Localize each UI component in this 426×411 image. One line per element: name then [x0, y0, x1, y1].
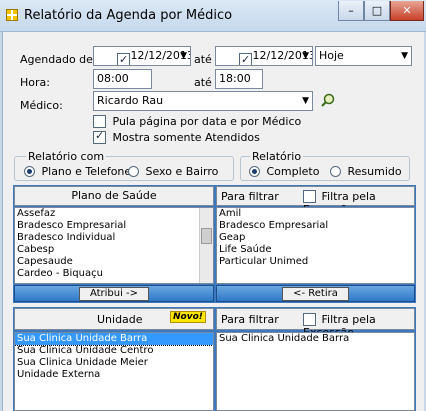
unidade-filter-list[interactable]: Sua Clinica Unidade Barra — [216, 332, 415, 411]
atribui-button[interactable]: Atribui -> — [14, 285, 214, 302]
novo-badge: Novo! — [170, 311, 206, 323]
scrollbar-thumb[interactable] — [201, 228, 212, 244]
list-item[interactable]: Bradesco Empresarial — [15, 220, 213, 232]
list-item[interactable]: Sua Clinica Unidade Meier — [15, 357, 213, 369]
chevron-down-icon: ▼ — [401, 51, 408, 61]
plano-excecao-checkbox[interactable] — [303, 189, 316, 203]
sexo-bairro-option[interactable]: Sexo e Bairro — [128, 164, 218, 178]
plano-telefone-label: Plano e Telefone — [41, 164, 132, 178]
mostra-atendidos-label: Mostra somente Atendidos — [112, 130, 260, 144]
atribui-label: Atribui -> — [78, 287, 150, 301]
hora-from-field[interactable]: 08:00 — [93, 69, 152, 89]
period-select[interactable]: Hoje ▼ — [315, 46, 412, 66]
list-item[interactable]: Amil — [217, 208, 414, 220]
plano-list[interactable]: Assefaz Bradesco Empresarial Bradesco In… — [14, 207, 214, 284]
ate-label-1: até — [194, 53, 212, 66]
relatorio-title: Relatório — [250, 150, 304, 163]
medico-select[interactable]: Ricardo Rau ▼ — [93, 91, 313, 111]
relatorio-com-title: Relatório com — [26, 150, 107, 163]
date-to-field[interactable]: 12/12/2013 ▼ — [215, 46, 313, 66]
list-item[interactable]: Life Saúde — [217, 244, 414, 256]
window-title: Relatório da Agenda por Médico — [24, 8, 233, 23]
resumido-option[interactable]: Resumido — [330, 164, 402, 178]
title-bar: Relatório da Agenda por Médico – □ ✕ — [0, 0, 426, 32]
list-item[interactable]: Assefaz — [15, 208, 213, 220]
chevron-down-icon: ▼ — [302, 51, 309, 61]
resumido-label: Resumido — [347, 164, 402, 178]
unidade-title: Unidade — [97, 313, 143, 326]
pula-pagina-option[interactable]: Pula página por data e por Médico — [93, 114, 301, 128]
list-item[interactable]: Capesaude — [15, 256, 213, 268]
agendado-label: Agendado de: — [20, 53, 97, 66]
list-item[interactable]: Unidade Externa — [15, 369, 213, 381]
plano-scrollbar[interactable] — [199, 208, 213, 283]
plano-header: Plano de Saúde — [14, 186, 214, 206]
mostra-atendidos-checkbox[interactable] — [93, 129, 106, 144]
hora-label: Hora: — [20, 76, 50, 89]
completo-label: Completo — [266, 164, 320, 178]
hora-to-field[interactable]: 18:00 — [215, 69, 263, 89]
list-item[interactable]: Bradesco Empresarial — [217, 220, 414, 232]
plano-filter-list[interactable]: Amil Bradesco Empresarial Geap Life Saúd… — [216, 207, 415, 284]
sexo-bairro-radio[interactable] — [128, 165, 139, 177]
list-item[interactable]: Cabesp — [15, 244, 213, 256]
date-from-field[interactable]: 12/12/2013 ▼ — [93, 46, 191, 66]
list-item[interactable]: Particular Unimed — [217, 256, 414, 268]
unidade-excecao-checkbox[interactable] — [303, 312, 316, 326]
retira-button[interactable]: <- Retira — [216, 285, 415, 302]
minimize-button[interactable]: – — [338, 1, 364, 21]
pula-pagina-checkbox[interactable] — [93, 114, 106, 128]
unidade-header: Unidade Novo! — [14, 308, 214, 330]
date-to-checkbox[interactable] — [239, 51, 252, 65]
list-item[interactable]: Bradesco Individual — [15, 232, 213, 244]
chevron-down-icon: ▼ — [180, 51, 187, 61]
period-value: Hoje — [319, 49, 344, 62]
medico-value: Ricardo Rau — [97, 94, 164, 107]
list-item[interactable]: Cardeo - Biquaçu — [15, 268, 213, 280]
unidade-filter-header: Para filtrar Filtra pela Excessão — [216, 308, 415, 339]
completo-radio[interactable] — [249, 165, 260, 177]
plano-telefone-radio[interactable] — [24, 165, 35, 177]
list-item[interactable]: Geap — [217, 232, 414, 244]
retira-label: <- Retira — [282, 287, 349, 301]
sexo-bairro-label: Sexo e Bairro — [145, 164, 219, 178]
chevron-down-icon: ▼ — [302, 96, 309, 106]
app-icon — [6, 9, 18, 21]
mostra-atendidos-option[interactable]: Mostra somente Atendidos — [93, 129, 260, 144]
unidade-filter-title: Para filtrar — [221, 313, 279, 326]
plano-filter-title: Para filtrar — [221, 190, 279, 203]
unidade-list[interactable]: Sua Clinica Unidade Barra Sua Clinica Un… — [14, 332, 214, 411]
completo-option[interactable]: Completo — [249, 164, 319, 178]
maximize-button[interactable]: □ — [364, 1, 390, 21]
medico-label: Médico: — [20, 99, 63, 112]
list-item[interactable]: Sua Clinica Unidade Barra — [15, 333, 213, 346]
plano-telefone-option[interactable]: Plano e Telefone — [24, 164, 131, 178]
pula-pagina-label: Pula página por data e por Médico — [112, 114, 302, 128]
resumido-radio[interactable] — [330, 165, 341, 177]
list-item[interactable]: Sua Clinica Unidade Centro — [15, 345, 213, 357]
date-from-checkbox[interactable] — [117, 51, 130, 65]
search-doctor-icon[interactable] — [320, 92, 336, 108]
close-button[interactable]: ✕ — [390, 1, 424, 21]
ate-label-2: até — [194, 76, 212, 89]
list-item[interactable]: Sua Clinica Unidade Barra — [217, 333, 414, 345]
plano-filter-header: Para filtrar Filtra pela Excessão — [216, 186, 415, 216]
